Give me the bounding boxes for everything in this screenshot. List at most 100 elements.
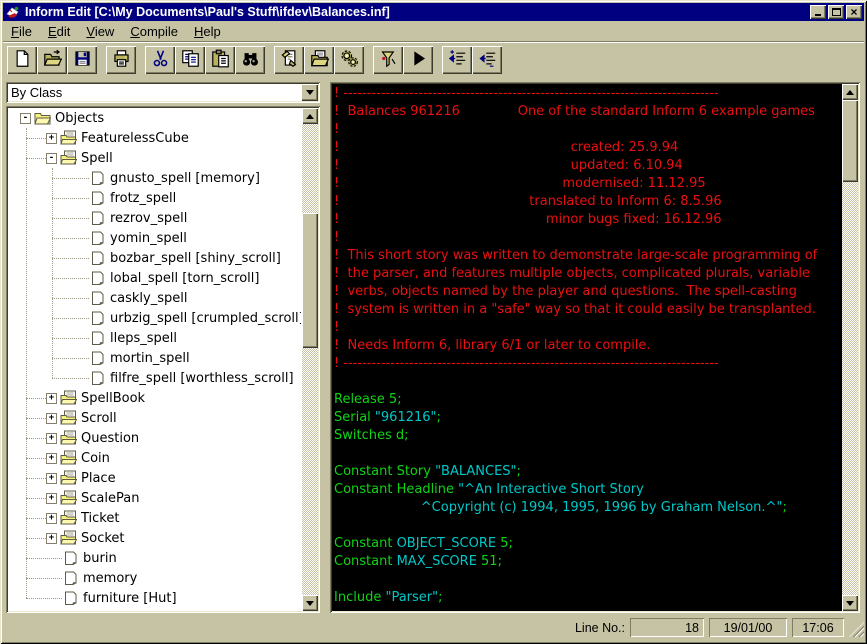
code-line: ! minor bugs fixed: 16.12.96 bbox=[334, 212, 722, 227]
tree-connector bbox=[26, 417, 46, 419]
print-button[interactable] bbox=[106, 45, 136, 74]
run-button[interactable] bbox=[403, 45, 433, 74]
expand-icon[interactable]: + bbox=[46, 412, 57, 424]
new-file-icon bbox=[13, 49, 32, 71]
object-icon bbox=[89, 250, 106, 266]
scroll-up-button[interactable] bbox=[842, 84, 858, 100]
code-line: Include "Parser"; bbox=[334, 590, 443, 605]
tree-item-yomin_spell[interactable]: yomin_spell bbox=[8, 228, 301, 248]
tree-item-frotz_spell[interactable]: frotz_spell bbox=[8, 188, 301, 208]
tree-item-urbzig_spell[interactable]: urbzig_spell [crumpled_scroll] bbox=[8, 308, 301, 328]
filter-funnel-button[interactable] bbox=[373, 45, 403, 74]
copy-button[interactable] bbox=[175, 45, 205, 74]
object-icon bbox=[89, 310, 106, 326]
paste-button[interactable] bbox=[205, 45, 235, 74]
tree-item-objects[interactable]: - Objects bbox=[8, 108, 301, 128]
resize-grip[interactable] bbox=[849, 622, 864, 637]
expand-icon[interactable]: + bbox=[46, 472, 57, 484]
tree-item-coin[interactable]: + Coin bbox=[8, 448, 301, 468]
object-icon bbox=[62, 550, 79, 566]
expand-icon[interactable]: + bbox=[46, 432, 57, 444]
find-button[interactable] bbox=[235, 45, 265, 74]
editor-scrollbar[interactable] bbox=[842, 84, 858, 611]
expand-icon[interactable]: + bbox=[46, 492, 57, 504]
menu-edit[interactable]: Edit bbox=[40, 22, 78, 41]
menu-file[interactable]: File bbox=[3, 22, 40, 41]
expand-icon[interactable]: + bbox=[46, 132, 57, 144]
collapse-icon[interactable]: - bbox=[20, 112, 31, 124]
tree-item-label: urbzig_spell [crumpled_scroll] bbox=[110, 310, 301, 326]
code-line: ! This short story was written to demons… bbox=[334, 248, 818, 263]
prev-reference-button[interactable] bbox=[472, 45, 502, 74]
tree-item-lleps_spell[interactable]: lleps_spell bbox=[8, 328, 301, 348]
cut-button[interactable] bbox=[145, 45, 175, 74]
tree-item-place[interactable]: + Place bbox=[8, 468, 301, 488]
tree-item-scroll[interactable]: + Scroll bbox=[8, 408, 301, 428]
tree-item-label: Spell bbox=[81, 150, 113, 166]
tree-item-ticket[interactable]: + Ticket bbox=[8, 508, 301, 528]
scroll-down-button[interactable] bbox=[842, 595, 858, 611]
code-editor[interactable]: ! --------------------------------------… bbox=[330, 82, 860, 613]
tree-item-caskly_spell[interactable]: caskly_spell bbox=[8, 288, 301, 308]
expand-icon[interactable]: + bbox=[46, 512, 57, 524]
code-line: ! the parser, and features multiple obje… bbox=[334, 266, 810, 281]
copy-icon bbox=[181, 49, 200, 71]
menu-compile[interactable]: Compile bbox=[122, 22, 186, 41]
tree-item-featurelesscube[interactable]: + FeaturelessCube bbox=[8, 128, 301, 148]
code-line: ! bbox=[334, 320, 340, 335]
toolbar-group bbox=[274, 45, 364, 74]
expand-icon[interactable]: + bbox=[46, 452, 57, 464]
tree-item-gnusto_spell[interactable]: gnusto_spell [memory] bbox=[8, 168, 301, 188]
expand-icon[interactable]: + bbox=[46, 392, 57, 404]
tree-item-burin[interactable]: burin bbox=[8, 548, 301, 568]
tree-item-socket[interactable]: + Socket bbox=[8, 528, 301, 548]
collapse-icon[interactable]: - bbox=[46, 152, 57, 164]
tree-item-question[interactable]: + Question bbox=[8, 428, 301, 448]
tree-item-memory[interactable]: memory bbox=[8, 568, 301, 588]
maximize-button[interactable] bbox=[828, 5, 844, 19]
class-icon bbox=[60, 450, 78, 466]
tree-item-label: memory bbox=[83, 570, 138, 586]
tree-item-spell[interactable]: - Spell bbox=[8, 148, 301, 168]
combobox-dropdown-button[interactable] bbox=[301, 84, 318, 101]
menu-help[interactable]: Help bbox=[186, 22, 229, 41]
code-line: ! Balances 961216 One of the standard In… bbox=[334, 104, 815, 119]
tree-item-mortin_spell[interactable]: mortin_spell bbox=[8, 348, 301, 368]
settings-gears-button[interactable] bbox=[334, 45, 364, 74]
expand-icon[interactable]: + bbox=[46, 532, 57, 544]
close-button[interactable]: × bbox=[846, 5, 862, 19]
compile-note-button[interactable] bbox=[274, 45, 304, 74]
object-icon bbox=[89, 370, 106, 386]
tree-item-bozbar_spell[interactable]: bozbar_spell [shiny_scroll] bbox=[8, 248, 301, 268]
tree-item-lobal_spell[interactable]: lobal_spell [torn_scroll] bbox=[8, 268, 301, 288]
print-icon bbox=[112, 49, 131, 71]
view-selector-combobox[interactable]: By Class bbox=[6, 82, 320, 103]
tree-scrollbar[interactable] bbox=[302, 108, 318, 611]
app-icon[interactable] bbox=[5, 4, 21, 20]
object-icon bbox=[89, 270, 106, 286]
next-reference-button[interactable] bbox=[442, 45, 472, 74]
menu-view[interactable]: View bbox=[78, 22, 122, 41]
new-file-button[interactable] bbox=[7, 45, 37, 74]
scroll-down-button[interactable] bbox=[302, 595, 318, 611]
save-button[interactable] bbox=[67, 45, 97, 74]
minimize-button[interactable] bbox=[810, 5, 826, 19]
tree-connector bbox=[52, 197, 89, 199]
object-icon bbox=[89, 170, 106, 186]
tree-item-filfre_spell[interactable]: filfre_spell [worthless_scroll] bbox=[8, 368, 301, 388]
tree-item-furniture[interactable]: furniture [Hut] bbox=[8, 588, 301, 608]
code-line: Constant Headline "^An Interactive Short… bbox=[334, 482, 644, 497]
tree-item-spellbook[interactable]: + SpellBook bbox=[8, 388, 301, 408]
scroll-up-button[interactable] bbox=[302, 108, 318, 124]
tree-scrollbar-thumb[interactable] bbox=[302, 213, 318, 348]
tree-item-scalepan[interactable]: + ScalePan bbox=[8, 488, 301, 508]
project-folder-button[interactable] bbox=[304, 45, 334, 74]
tree-item-rezrov_spell[interactable]: rezrov_spell bbox=[8, 208, 301, 228]
code-text: ! --------------------------------------… bbox=[334, 85, 840, 611]
open-file-button[interactable] bbox=[37, 45, 67, 74]
code-line: ! updated: 6.10.94 bbox=[334, 158, 683, 173]
code-line: ^Copyright (c) 1994, 1995, 1996 by Graha… bbox=[334, 500, 787, 515]
editor-scrollbar-thumb[interactable] bbox=[842, 100, 858, 182]
